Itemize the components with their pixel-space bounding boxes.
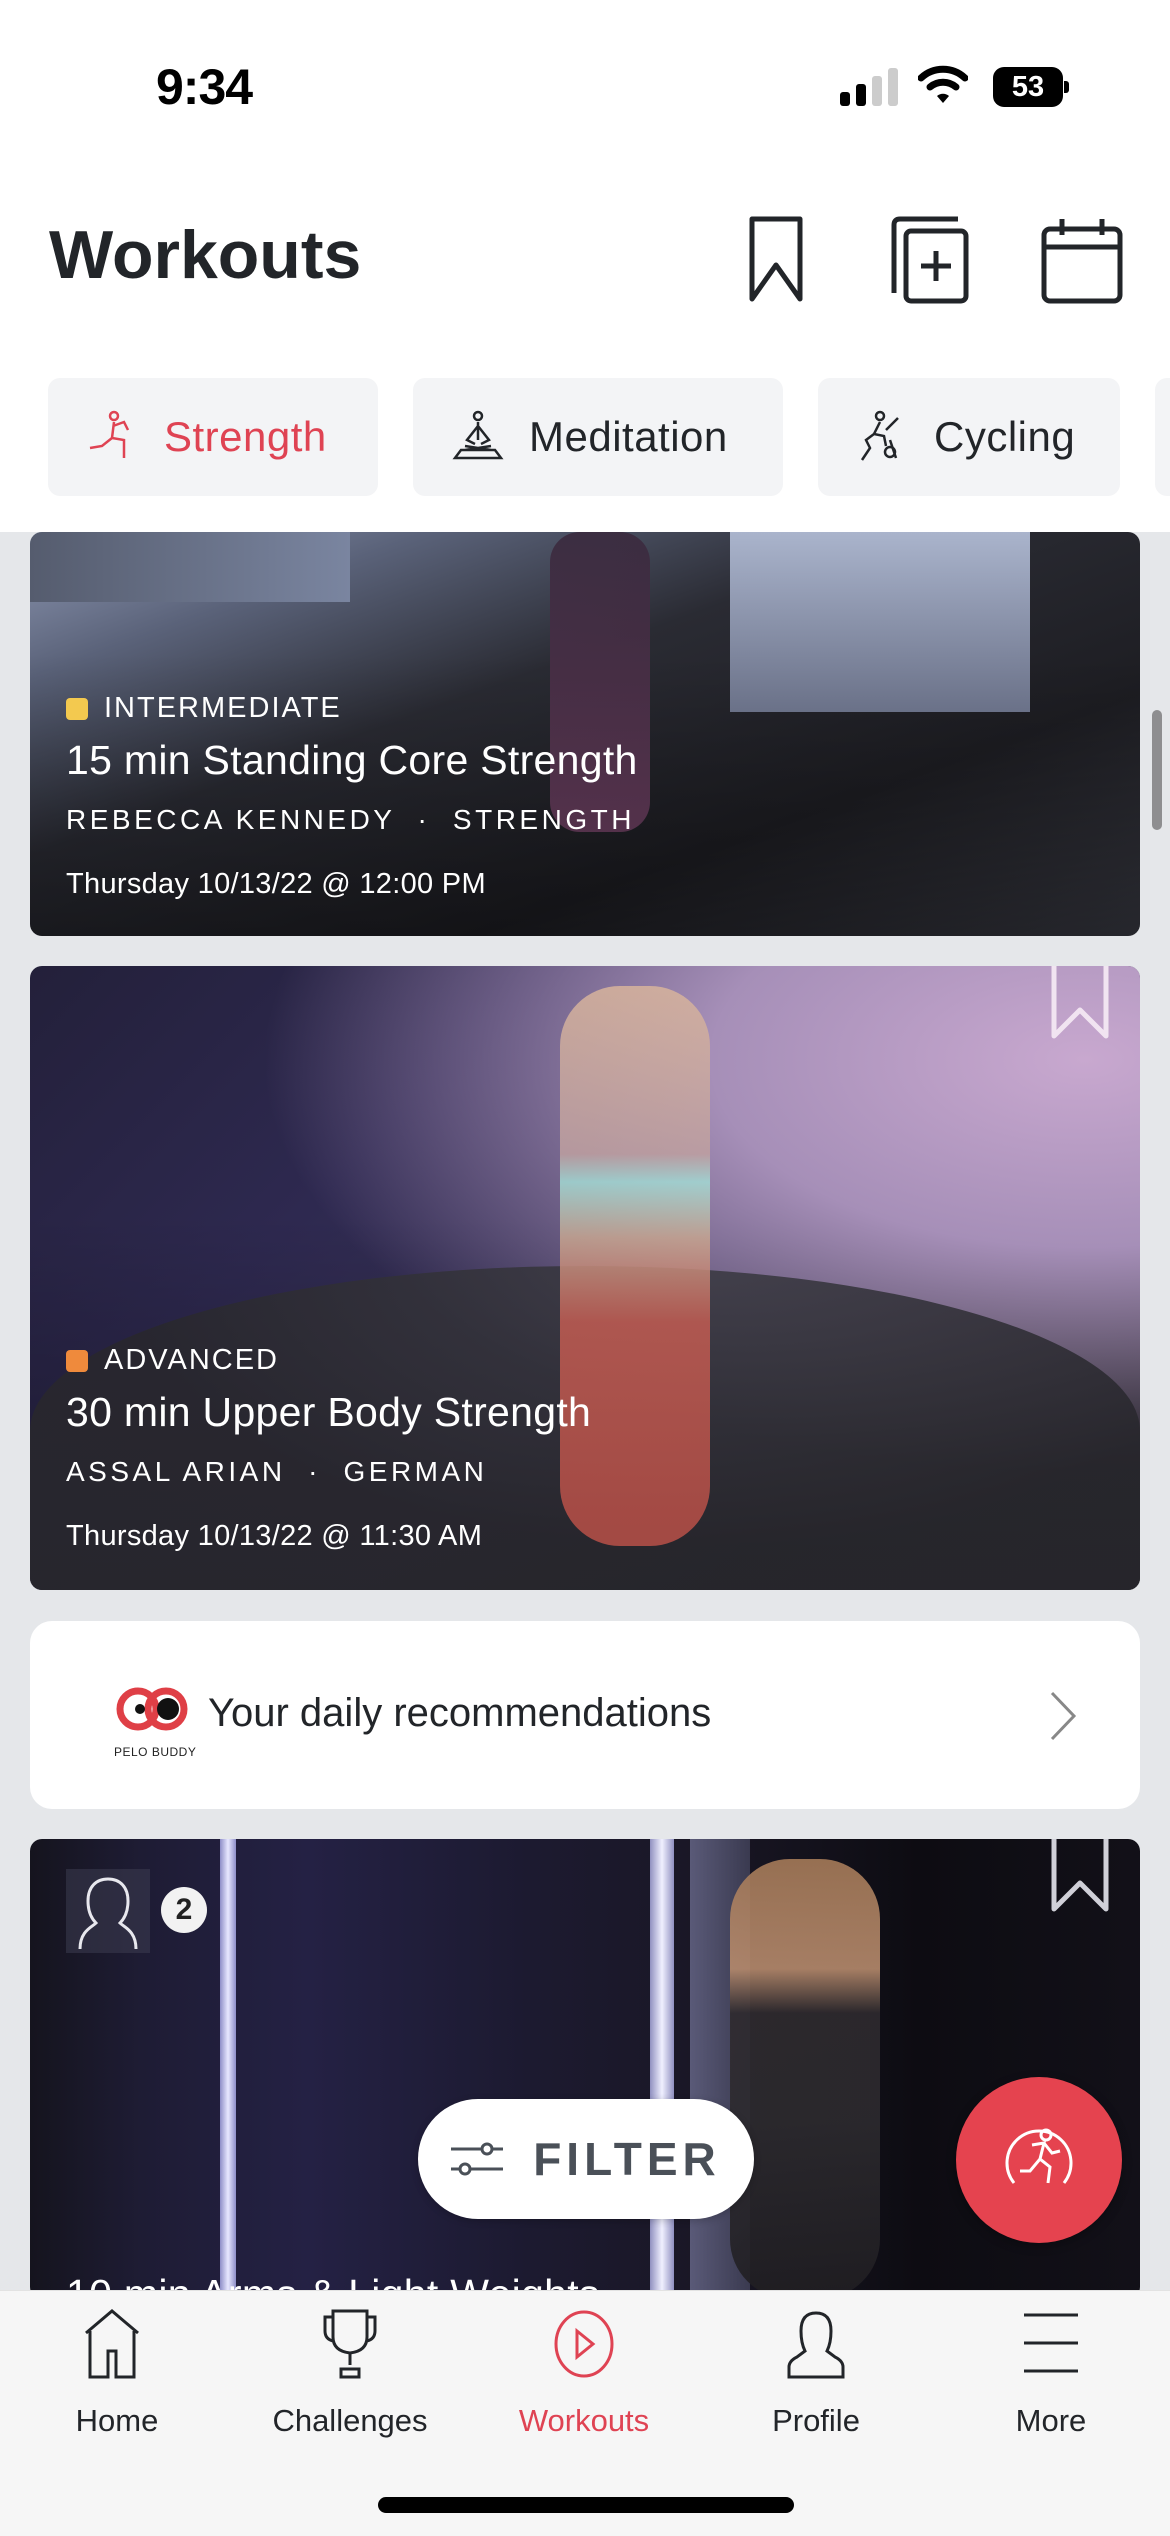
level-indicator [66,1349,88,1372]
filter-label: FILTER [533,2133,721,2185]
class-card[interactable]: INTERMEDIATE 15 min Standing Core Streng… [30,532,1140,936]
tab-profile[interactable]: Profile [716,2309,916,2439]
cycling-icon [860,410,899,461]
instructor-name: REBECCA KENNEDY [66,804,395,835]
category-chips: Strength Meditation Cycling [0,378,1170,498]
wifi-icon [918,65,968,103]
status-time: 9:34 [156,59,253,115]
instructor-name: ASSAL ARIAN [66,1456,286,1487]
class-category: GERMAN [343,1456,488,1487]
tab-label: Challenges [272,2403,428,2438]
class-title: 30 min Upper Body Strength [66,1389,592,1435]
menu-icon [1024,2313,1078,2373]
class-meta: REBECCA KENNEDY · STRENGTH [66,804,635,835]
home-indicator[interactable] [378,2497,794,2513]
class-category: STRENGTH [452,804,635,835]
category-chip-label: Meditation [529,413,728,460]
user-icon [78,1877,138,1950]
pelo-buddy-logo-icon [116,1687,188,1731]
class-level: INTERMEDIATE [66,692,638,725]
meditation-icon [452,410,504,460]
daily-recommendations-row[interactable]: PELO BUDDY Your daily recommendations [30,1621,1140,1809]
trophy-icon [323,2309,377,2379]
class-level: ADVANCED [66,1344,591,1377]
battery-level: 53 [993,67,1063,107]
start-workout-button[interactable] [956,2077,1122,2243]
page-header: Workouts Strength Meditation Cycling [0,150,1170,532]
profile-icon [787,2311,845,2379]
class-card[interactable]: ADVANCED 30 min Upper Body Strength ASSA… [30,966,1140,1590]
scrollbar[interactable] [1152,710,1162,830]
category-chip-strength[interactable]: Strength [48,378,378,496]
chevron-right-icon [1050,1691,1077,1741]
calendar-icon[interactable] [1040,215,1124,305]
bookmark-icon[interactable] [1050,966,1110,1041]
pelo-buddy-label: PELO BUDDY [114,1745,197,1759]
tab-label: More [1015,2403,1087,2438]
recommendations-text: Your daily recommendations [208,1691,712,1735]
page-title: Workouts [49,217,362,293]
user-badge: 2 [66,1869,207,1953]
class-date: Thursday 10/13/22 @ 11:30 AM [66,1520,483,1552]
tab-challenges[interactable]: Challenges [250,2309,450,2439]
category-chip-label: Cycling [934,413,1076,460]
class-date: Thursday 10/13/22 @ 12:00 PM [66,868,486,900]
bookmark-icon[interactable] [740,215,824,305]
tab-home[interactable]: Home [17,2309,217,2439]
workouts-screen: 9:34 53 INTERMEDIATE 15 min Standing Cor… [0,0,1170,2536]
user-count-badge: 2 [161,1887,207,1933]
class-meta: ASSAL ARIAN · GERMAN [66,1456,488,1487]
category-chip-label: Strength [164,413,327,460]
add-stack-icon[interactable] [888,215,972,305]
tab-label: Home [75,2403,159,2438]
class-card[interactable]: 2 10 min Arms & Light Weights [30,1839,1140,2299]
home-icon [85,2309,139,2379]
tab-more[interactable]: More [951,2309,1151,2439]
category-chip-more[interactable] [1155,378,1170,496]
running-figure-icon [1005,2128,1073,2184]
category-chip-cycling[interactable]: Cycling [818,378,1120,496]
filter-sliders-icon [451,2142,504,2176]
category-chip-meditation[interactable]: Meditation [413,378,783,496]
filter-button[interactable]: FILTER [418,2099,754,2219]
class-title: 15 min Standing Core Strength [66,737,638,783]
battery-icon: 53 [993,67,1069,107]
tab-workouts[interactable]: Workouts [484,2309,684,2439]
bookmark-icon[interactable] [1050,1839,1110,1914]
play-circle-icon [554,2310,614,2378]
cellular-signal-icon [840,68,900,106]
status-bar: 9:34 53 [0,0,1170,150]
strength-icon [89,410,130,458]
tab-label: Profile [772,2403,860,2438]
level-indicator [66,697,88,720]
tab-label: Workouts [518,2403,650,2438]
